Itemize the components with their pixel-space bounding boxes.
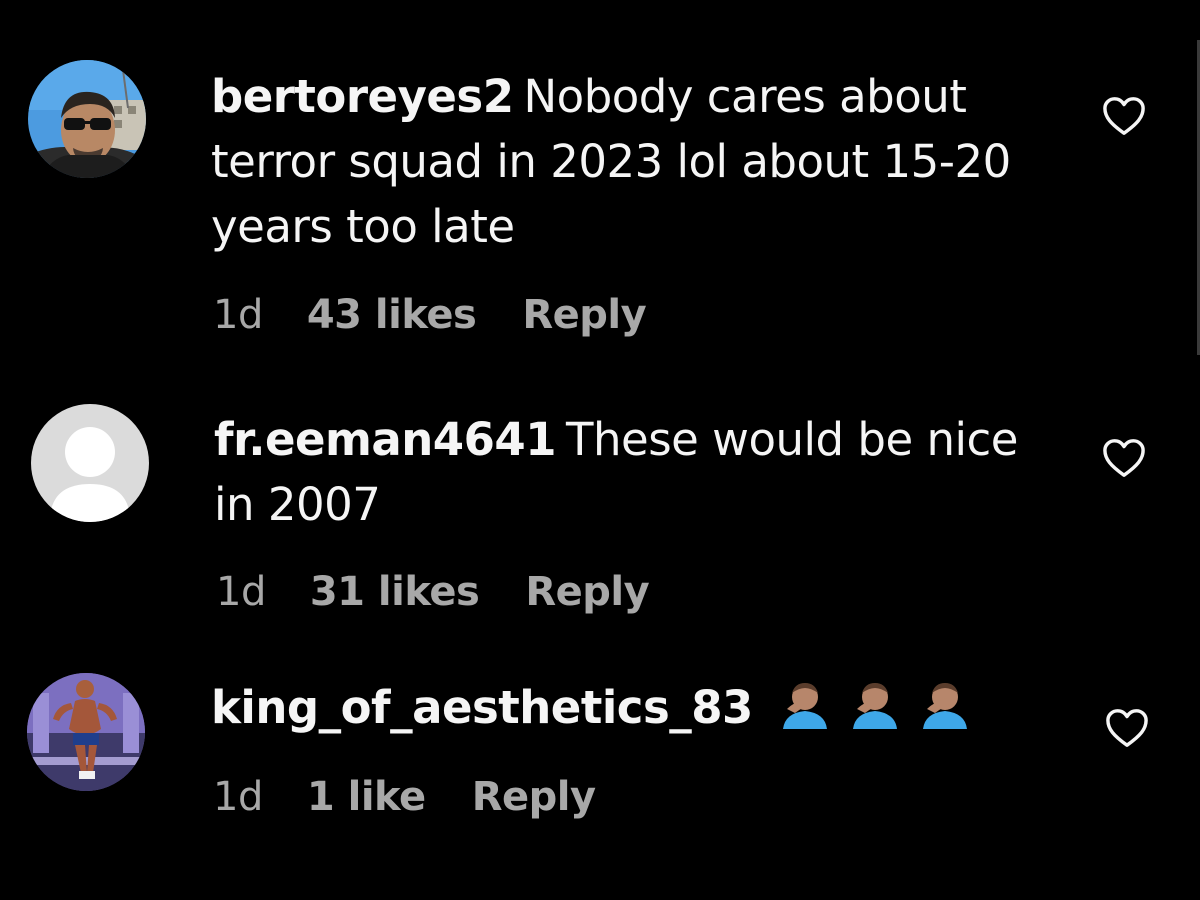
comment-meta: 1d 43 likes Reply: [213, 292, 647, 338]
heart-outline-icon[interactable]: [1101, 437, 1147, 479]
default-avatar[interactable]: [31, 404, 149, 522]
avatar[interactable]: [27, 673, 145, 791]
comment-timestamp: 1d: [213, 774, 263, 820]
comment-meta: 1d 1 like Reply: [213, 774, 596, 820]
comment-timestamp: 1d: [213, 292, 263, 338]
comment-likes-count[interactable]: 43 likes: [307, 292, 477, 338]
man-facepalming-emoji: [777, 679, 833, 731]
heart-outline-icon[interactable]: [1101, 95, 1147, 137]
comment-text: bertoreyes2 Nobody cares about terror squ…: [211, 64, 1051, 259]
comment-username[interactable]: fr.eeman4641: [214, 413, 557, 466]
heart-outline-icon[interactable]: [1104, 707, 1150, 749]
comment-likes-count[interactable]: 31 likes: [310, 569, 480, 615]
comment-username[interactable]: bertoreyes2: [211, 70, 514, 123]
man-facepalming-emoji: [917, 679, 973, 731]
comment-text: fr.eeman4641 These would be nice in 2007: [214, 407, 1054, 537]
reply-button[interactable]: Reply: [472, 774, 596, 820]
reply-button[interactable]: Reply: [522, 292, 646, 338]
comment-username[interactable]: king_of_aesthetics_83: [211, 681, 753, 734]
comment-likes-count[interactable]: 1 like: [307, 774, 426, 820]
comment-meta: 1d 31 likes Reply: [216, 569, 650, 615]
comment-text: king_of_aesthetics_83: [211, 675, 1051, 740]
man-facepalming-emoji: [847, 679, 903, 731]
reply-button[interactable]: Reply: [525, 569, 649, 615]
comment-timestamp: 1d: [216, 569, 266, 615]
avatar[interactable]: [28, 60, 146, 178]
